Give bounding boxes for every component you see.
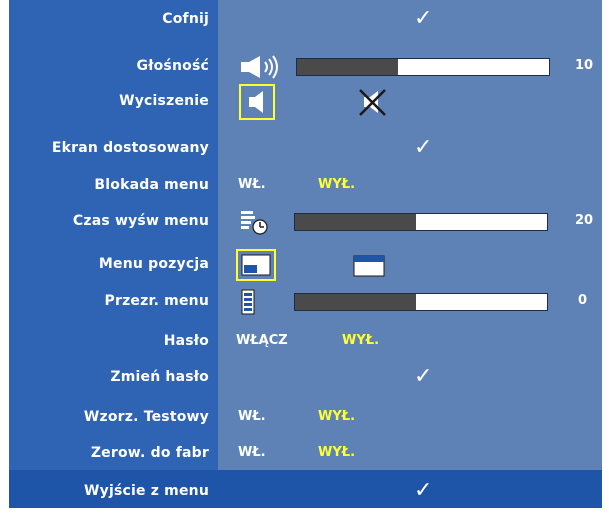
option-on[interactable]: WŁĄCZ <box>236 322 288 360</box>
checkmark-icon: ✓ <box>414 364 433 389</box>
projector-osd: Cofnij ✓ Głośność 10 Wyciszenie Ekran do… <box>0 0 609 514</box>
volume-value: 10 <box>575 58 594 73</box>
transparency-icon <box>241 289 255 315</box>
menu-item-label: Cofnij <box>162 11 209 27</box>
transparency-value: 0 <box>578 293 588 308</box>
transparency-slider-fill <box>295 294 416 310</box>
option-on[interactable]: WŁ. <box>238 398 266 436</box>
checkmark-icon: ✓ <box>414 478 433 503</box>
menu-item-menu-pozycja[interactable]: Menu pozycja <box>9 245 602 283</box>
menu-item-zmien-haslo[interactable]: Zmień hasło ✓ <box>9 358 602 396</box>
menu-item-ekran-dostosowany[interactable]: Ekran dostosowany ✓ <box>9 129 602 167</box>
menu-item-czas-wysw-menu[interactable]: Czas wyśw menu 20 <box>9 202 602 240</box>
menu-item-label: Menu pozycja <box>98 256 209 272</box>
option-off[interactable]: WYŁ. <box>318 398 355 436</box>
menu-item-label: Czas wyśw menu <box>72 213 209 229</box>
menu-item-label: Hasło <box>163 333 209 349</box>
volume-slider-fill <box>297 59 398 75</box>
transparency-slider[interactable] <box>294 293 548 311</box>
menu-item-haslo[interactable]: Hasło WŁĄCZ WYŁ. <box>9 322 602 360</box>
option-on[interactable]: WŁ. <box>238 166 266 204</box>
speaker-waves-icon <box>241 55 278 79</box>
menu-item-przezr-menu[interactable]: Przezr. menu 0 <box>9 282 602 320</box>
mute-off-option[interactable] <box>239 84 275 120</box>
menu-timeout-value: 20 <box>575 213 594 228</box>
menu-item-label: Zmień hasło <box>110 369 209 385</box>
menu-item-zerow-do-fabr[interactable]: Zerow. do fabr WŁ. WYŁ. <box>9 434 602 472</box>
speaker-crossed-icon[interactable] <box>355 86 389 118</box>
menu-timeout-slider-fill <box>295 214 416 230</box>
menu-item-label: Ekran dostosowany <box>51 140 209 156</box>
menu-position-top-icon[interactable] <box>351 253 387 279</box>
menu-item-wzorz-testowy[interactable]: Wzorz. Testowy WŁ. WYŁ. <box>9 398 602 436</box>
position-bottom-left-option[interactable] <box>236 249 276 281</box>
menu-item-glosnosc[interactable]: Głośność 10 <box>9 47 602 85</box>
menu-item-label: Przezr. menu <box>104 293 209 309</box>
option-off[interactable]: WYŁ. <box>318 166 355 204</box>
menu-item-label: Głośność <box>136 58 209 74</box>
menu-item-wyciszenie[interactable]: Wyciszenie <box>9 82 602 120</box>
menu-clock-icon <box>241 211 268 235</box>
checkmark-icon: ✓ <box>414 6 433 31</box>
menu-position-bottom-left-icon <box>241 254 271 276</box>
menu-item-blokada-menu[interactable]: Blokada menu WŁ. WYŁ. <box>9 166 602 204</box>
volume-slider[interactable] <box>296 58 550 76</box>
menu-item-cofnij[interactable]: Cofnij ✓ <box>9 0 602 38</box>
option-on[interactable]: WŁ. <box>238 434 266 472</box>
checkmark-icon: ✓ <box>414 135 433 160</box>
menu-item-label: Wyjście z menu <box>83 483 209 499</box>
speaker-icon <box>249 91 263 113</box>
option-off[interactable]: WYŁ. <box>342 322 379 360</box>
option-off[interactable]: WYŁ. <box>318 434 355 472</box>
menu-item-label: Wyciszenie <box>119 93 209 109</box>
menu-item-label: Wzorz. Testowy <box>83 409 209 425</box>
menu-item-wyjscie[interactable]: Wyjście z menu ✓ <box>9 472 602 510</box>
menu-timeout-slider[interactable] <box>294 213 548 231</box>
menu-item-label: Blokada menu <box>94 177 209 193</box>
menu-item-label: Zerow. do fabr <box>90 445 209 461</box>
